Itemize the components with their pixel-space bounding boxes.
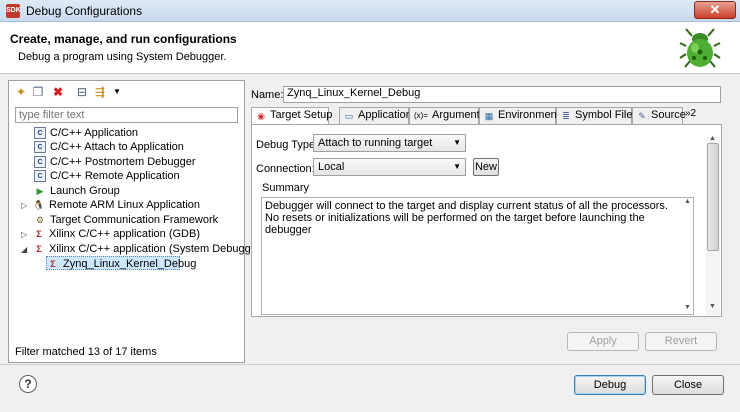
close-button[interactable]: Close [652,375,724,395]
tree-item-label: C/C++ Attach to Application [50,141,184,153]
tab-environment[interactable]: ▦ Environment [479,107,560,124]
debug-type-select[interactable]: Attach to running target ▼ [313,134,466,152]
help-icon[interactable]: ? [19,375,37,393]
chevron-down-icon: ▼ [453,138,461,147]
name-label: Name: [251,89,284,101]
scroll-up-icon[interactable]: ▲ [709,135,716,142]
filter-status: Filter matched 13 of 17 items [15,346,157,358]
debug-button[interactable]: Debug [574,375,646,395]
linux-penguin-icon: 🐧 [33,200,45,210]
configuration-tree-panel: ✦ ❐ ✖ ⊟ ⇶ ▼ C C/C++ Application C C/C++ … [8,80,264,363]
play-icon: ▶ [36,186,44,196]
tab-symbol-files[interactable]: ≣ Symbol Files [556,107,638,124]
cpp-launch-icon: C [34,170,46,182]
window-title: Debug Configurations [26,4,143,18]
tab-target-setup[interactable]: ◉ Target Setup [251,107,333,125]
connection-label: Connection: [256,163,315,175]
tree-item-label: C/C++ Postmortem Debugger [50,156,196,168]
tab-application[interactable]: ▭ Application [339,107,412,124]
apply-button[interactable]: Apply [567,332,639,351]
tree-item-label: Target Communication Framework [50,214,219,226]
cpp-launch-icon: C [34,156,46,168]
filter-icon[interactable]: ⇶ [93,85,107,99]
tcf-icon: ⚙ [35,215,45,225]
tab-bar: ◉ Target Setup ▭ Application (x)= Argume… [251,107,722,125]
application-icon: ▭ [344,111,354,121]
connection-value: Local [318,161,345,173]
banner-title: Create, manage, and run configurations [10,32,237,46]
environment-icon: ▦ [484,111,494,121]
sdk-app-icon: SDK [6,4,21,18]
footer-divider [0,364,740,365]
bug-icon [679,28,721,68]
summary-line: Debugger will connect to the target and … [265,200,668,212]
tree-item-label: Xilinx C/C++ application (GDB) [49,228,201,240]
tree-item-label: C/C++ Remote Application [50,170,180,182]
title-bar: SDK Debug Configurations ✕ [0,0,740,22]
tab-label: Environment [498,109,560,121]
tree-item-label: Xilinx C/C++ application (System Debugge… [49,243,265,255]
debug-type-value: Attach to running target [318,137,433,149]
symbol-files-icon: ≣ [562,111,570,121]
cpp-launch-icon: C [34,141,46,153]
source-icon: ✎ [638,111,646,121]
debug-type-label: Debug Type: [256,139,319,151]
tab-label: Application [358,109,412,121]
tree-item-label: Zynq_Linux_Kernel_Debug [63,258,197,270]
revert-button[interactable]: Revert [645,332,717,351]
collapse-all-icon[interactable]: ⊟ [75,85,89,99]
arguments-icon: (x)= [414,111,428,120]
tab-overflow-button[interactable]: »2 [685,108,696,119]
summary-line: No resets or initializations will be per… [265,212,645,236]
summary-text-area[interactable]: Debugger will connect to the target and … [261,197,694,315]
expand-arrow-icon[interactable]: ▷ [21,228,27,242]
duplicate-icon[interactable]: ❐ [31,85,45,99]
tab-label: Symbol Files [575,109,638,121]
delete-icon[interactable]: ✖ [51,85,65,99]
tree-toolbar: ✦ ❐ ✖ ⊟ ⇶ ▼ [9,81,244,103]
expand-arrow-icon[interactable]: ▷ [21,199,27,213]
header-banner: Create, manage, and run configurations D… [0,22,740,74]
cpp-launch-icon: C [34,127,46,139]
window-close-button[interactable]: ✕ [694,1,736,19]
chevron-down-icon: ▼ [453,162,461,171]
new-connection-button[interactable]: New [473,158,499,176]
name-input[interactable]: Zynq_Linux_Kernel_Debug [283,86,721,103]
tab-source[interactable]: ✎ Source [632,107,686,124]
gdb-icon: Σ [36,229,42,239]
system-debugger-icon: Σ [36,244,42,254]
tab-label: Target Setup [270,109,333,121]
tree-item-label: C/C++ Application [50,127,139,139]
scroll-down-icon[interactable]: ▼ [684,304,691,311]
filter-input[interactable] [15,107,238,123]
system-debugger-icon: Σ [50,259,56,269]
tree-item-label: Remote ARM Linux Application [49,199,201,211]
banner-subtitle: Debug a program using System Debugger. [18,51,227,63]
scroll-up-icon[interactable]: ▲ [684,198,691,205]
scroll-down-icon[interactable]: ▼ [709,303,716,310]
tab-label: Source [651,109,686,121]
new-configuration-icon[interactable]: ✦ [14,85,28,99]
scrollbar-thumb[interactable] [707,143,719,251]
tab-arguments[interactable]: (x)= Arguments [409,107,485,124]
tab-label: Arguments [432,109,486,121]
collapse-arrow-icon[interactable]: ◢ [21,243,27,257]
summary-label: Summary [262,182,310,194]
chevron-down-icon[interactable]: ▼ [110,85,124,99]
tree-item-zynq-linux-kernel-debug[interactable]: Σ Zynq_Linux_Kernel_Debug [46,256,196,270]
tree-item-label: Launch Group [50,185,120,197]
summary-scrollbar[interactable]: ▲ ▼ [683,198,693,314]
target-icon: ◉ [257,111,265,121]
connection-select[interactable]: Local ▼ [313,158,466,176]
